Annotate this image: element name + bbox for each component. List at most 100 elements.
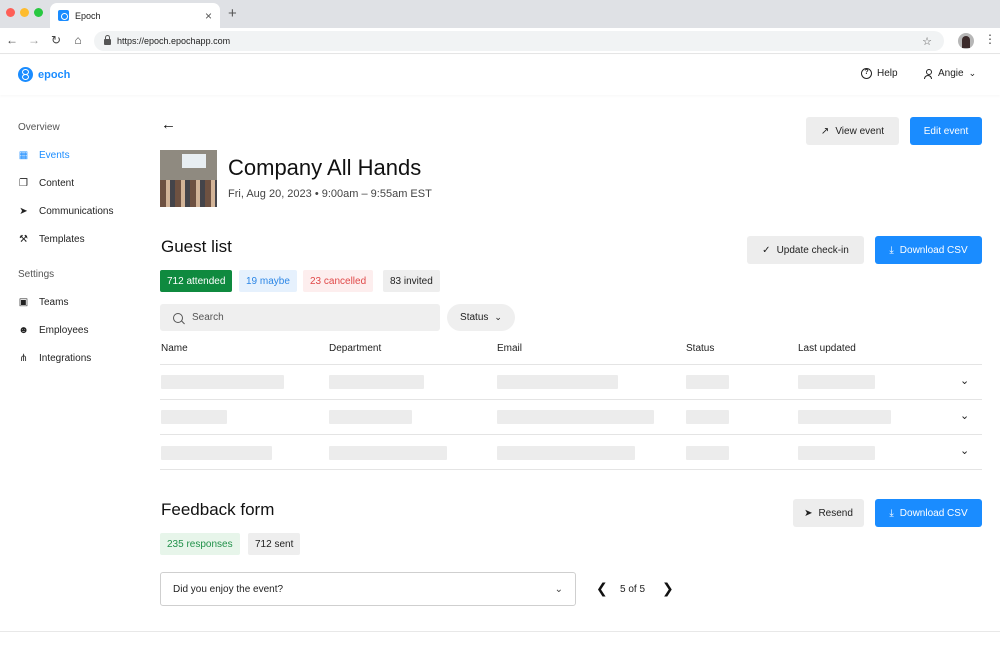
chevron-down-icon: ⌄ bbox=[968, 68, 977, 78]
browser-menu-icon[interactable]: ⋮ bbox=[984, 32, 996, 46]
search-icon bbox=[173, 312, 183, 323]
table-divider bbox=[160, 469, 982, 470]
placeholder-cell bbox=[329, 410, 412, 424]
browser-toolbar: ← → ↻ ⌂ https://epoch.epochapp.com ☆ ⋮ bbox=[0, 28, 1000, 54]
expand-row-chevron-icon[interactable]: ⌄ bbox=[960, 444, 969, 457]
view-event-label: View event bbox=[835, 125, 885, 137]
search-input[interactable]: Search bbox=[160, 304, 440, 331]
attended-chip[interactable]: 712 attended bbox=[160, 270, 233, 292]
epoch-logo[interactable]: epoch bbox=[18, 67, 70, 82]
home-icon[interactable]: ⌂ bbox=[70, 32, 86, 48]
event-thumbnail bbox=[160, 150, 217, 207]
back-arrow-icon[interactable]: ← bbox=[161, 116, 176, 133]
view-event-button[interactable]: ↗ View event bbox=[806, 117, 899, 145]
expand-row-chevron-icon[interactable]: ⌄ bbox=[960, 409, 969, 422]
sidebar-item-templates[interactable]: ⚒ Templates bbox=[18, 234, 85, 245]
thumbnail-crowd bbox=[160, 180, 217, 207]
reload-icon[interactable]: ↻ bbox=[48, 32, 64, 48]
edit-event-button[interactable]: Edit event bbox=[910, 117, 982, 145]
download-csv-guest-button[interactable]: ⤓ Download CSV bbox=[875, 236, 982, 264]
content-icon: ❐ bbox=[19, 178, 28, 189]
expand-row-chevron-icon[interactable]: ⌄ bbox=[960, 374, 969, 387]
sidebar-item-label: Content bbox=[39, 178, 75, 189]
search-placeholder: Search bbox=[192, 312, 224, 323]
column-header-last-updated[interactable]: Last updated bbox=[798, 343, 856, 354]
download-csv-label: Download CSV bbox=[899, 244, 968, 256]
browser-tab[interactable]: Epoch × bbox=[50, 3, 220, 28]
sidebar-item-events[interactable]: ▦ Events bbox=[18, 150, 70, 161]
table-divider bbox=[160, 399, 982, 400]
feedback-form-heading: Feedback form bbox=[161, 500, 275, 519]
placeholder-cell bbox=[161, 410, 227, 424]
sidebar-section-settings: Settings bbox=[18, 269, 55, 280]
back-nav-icon[interactable]: ← bbox=[4, 32, 20, 48]
placeholder-cell bbox=[686, 446, 729, 460]
url-text: https://epoch.epochapp.com bbox=[117, 36, 231, 46]
question-select[interactable]: Did you enjoy the event? ⌄ bbox=[160, 572, 576, 606]
pager-next-icon[interactable]: ❯ bbox=[662, 580, 674, 597]
invited-chip[interactable]: 83 invited bbox=[383, 270, 440, 292]
sidebar-item-employees[interactable]: ☻ Employees bbox=[18, 325, 88, 336]
update-check-in-button[interactable]: ✓ Update check-in bbox=[747, 236, 864, 264]
building-icon: ▣ bbox=[18, 297, 29, 308]
edit-event-label: Edit event bbox=[923, 125, 969, 137]
placeholder-cell bbox=[798, 410, 891, 424]
placeholder-cell bbox=[686, 375, 729, 389]
sidebar-item-label: Employees bbox=[39, 325, 89, 336]
help-link[interactable]: ? Help bbox=[861, 68, 898, 79]
browser-profile-avatar[interactable] bbox=[958, 33, 974, 49]
thumbnail-screen bbox=[182, 154, 206, 168]
bookmark-star-icon[interactable]: ☆ bbox=[922, 35, 932, 48]
app-header: epoch ? Help Angie ⌄ bbox=[0, 55, 1000, 95]
responses-chip[interactable]: 235 responses bbox=[160, 533, 240, 555]
table-divider bbox=[160, 364, 982, 365]
user-menu[interactable]: Angie ⌄ bbox=[923, 68, 976, 79]
column-header-name[interactable]: Name bbox=[161, 343, 188, 354]
sidebar-item-integrations[interactable]: ⋔ Integrations bbox=[18, 353, 91, 364]
sent-chip[interactable]: 712 sent bbox=[248, 533, 301, 555]
check-circle-icon: ✓ bbox=[762, 244, 771, 256]
resend-button[interactable]: ➤ Resend bbox=[793, 499, 864, 527]
placeholder-cell bbox=[798, 375, 875, 389]
question-select-value: Did you enjoy the event? bbox=[173, 583, 284, 595]
sidebar-item-communications[interactable]: ➤ Communications bbox=[18, 206, 113, 217]
placeholder-cell bbox=[497, 446, 635, 460]
column-header-email[interactable]: Email bbox=[497, 343, 522, 354]
send-icon: ➤ bbox=[19, 206, 28, 217]
sidebar-item-label: Templates bbox=[39, 234, 85, 245]
footer-divider bbox=[0, 631, 1000, 632]
user-name: Angie bbox=[938, 68, 964, 79]
wrench-icon: ⚒ bbox=[19, 234, 28, 245]
page-title: Company All Hands bbox=[228, 155, 422, 180]
event-date: Fri, Aug 20, 2023 • 9:00am – 9:55am EST bbox=[228, 188, 432, 200]
minimize-window-button[interactable] bbox=[20, 8, 29, 17]
sidebar-item-label: Integrations bbox=[39, 353, 92, 364]
send-icon: ➤ bbox=[804, 507, 813, 519]
download-csv-label: Download CSV bbox=[899, 507, 968, 519]
resend-label: Resend bbox=[818, 507, 853, 519]
sidebar-item-label: Communications bbox=[39, 206, 114, 217]
close-window-button[interactable] bbox=[6, 8, 15, 17]
user-icon bbox=[923, 68, 933, 79]
epoch-favicon-icon bbox=[58, 10, 69, 21]
maybe-chip[interactable]: 19 maybe bbox=[239, 270, 297, 292]
address-bar[interactable]: https://epoch.epochapp.com ☆ bbox=[94, 31, 944, 51]
help-icon: ? bbox=[861, 68, 872, 79]
pager-prev-icon[interactable]: ❮ bbox=[596, 580, 608, 597]
tab-title: Epoch bbox=[75, 10, 101, 21]
column-header-status[interactable]: Status bbox=[686, 343, 714, 354]
sidebar-item-content[interactable]: ❐ Content bbox=[18, 178, 74, 189]
download-csv-feedback-button[interactable]: ⤓ Download CSV bbox=[875, 499, 982, 527]
new-tab-button[interactable]: + bbox=[228, 5, 237, 22]
status-filter-dropdown[interactable]: Status ⌄ bbox=[447, 304, 515, 331]
forward-nav-icon[interactable]: → bbox=[26, 32, 42, 48]
table-divider bbox=[160, 434, 982, 435]
placeholder-cell bbox=[497, 375, 618, 389]
tab-close-icon[interactable]: × bbox=[205, 9, 212, 23]
sidebar-item-teams[interactable]: ▣ Teams bbox=[18, 297, 69, 308]
cancelled-chip[interactable]: 23 cancelled bbox=[303, 270, 374, 292]
column-header-department[interactable]: Department bbox=[329, 343, 381, 354]
chevron-down-icon: ⌄ bbox=[554, 583, 563, 595]
maximize-window-button[interactable] bbox=[34, 8, 43, 17]
guest-list-heading: Guest list bbox=[161, 237, 232, 256]
